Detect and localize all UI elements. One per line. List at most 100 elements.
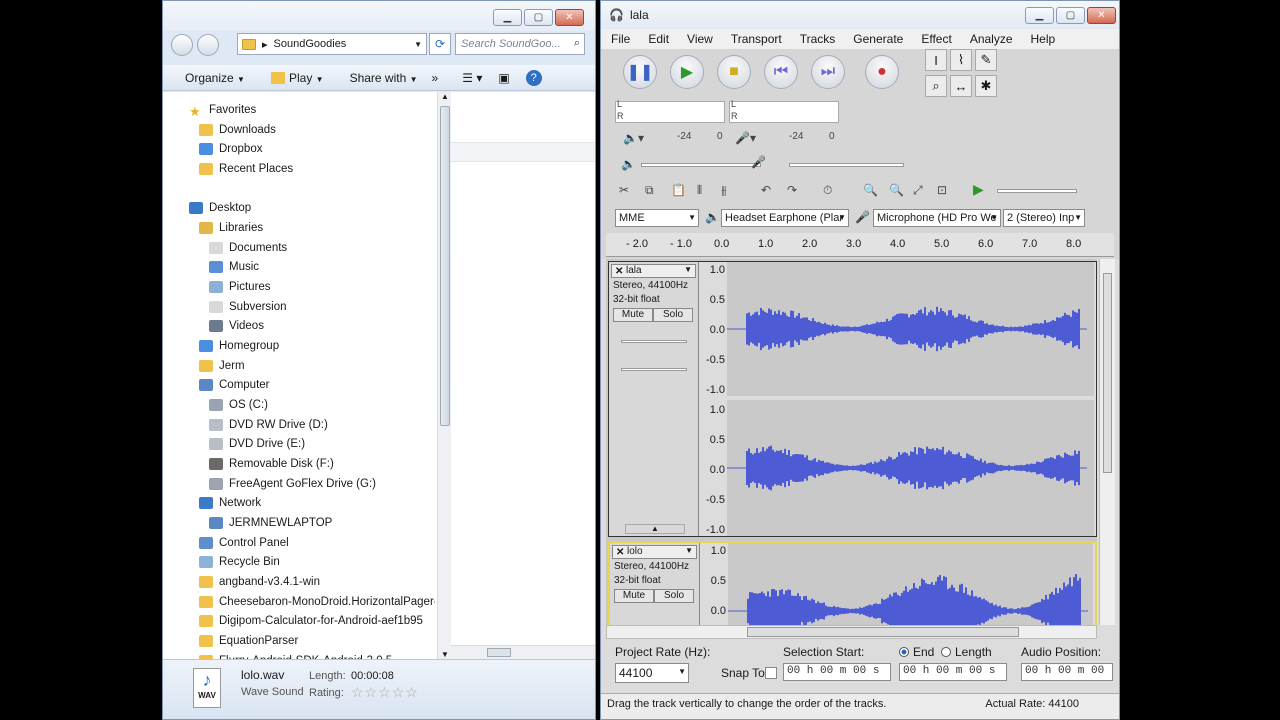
waveform-left-channel[interactable] [728, 543, 1093, 625]
waveform-left-channel[interactable] [727, 262, 1094, 396]
menu-analyze[interactable]: Analyze [970, 32, 1013, 46]
playback-meter[interactable] [615, 101, 725, 123]
close-button[interactable]: ✕ [1087, 7, 1116, 24]
track-lolo[interactable]: ✕ lolo ▼ Stereo, 44100Hz 32-bit float Mute… [608, 541, 1097, 625]
organize-menu[interactable]: Organize ▼ [185, 71, 245, 85]
input-device-select[interactable]: Microphone (HD Pro We [873, 209, 1001, 227]
skip-start-button[interactable]: ⏮ [764, 55, 798, 89]
tree-item[interactable]: Music [209, 258, 259, 276]
tree-item[interactable]: Homegroup [199, 337, 279, 355]
solo-button[interactable]: Solo [653, 308, 693, 322]
tree-item[interactable]: Documents [209, 239, 287, 257]
tree-item[interactable]: JERMNEWLAPTOP [209, 514, 332, 532]
pan-slider[interactable] [621, 368, 687, 371]
tree-item[interactable]: Network [199, 494, 261, 512]
fit-selection-icon[interactable]: ⤢ [913, 183, 923, 198]
zoom-out-icon[interactable]: 🔍 [889, 183, 904, 197]
redo-icon[interactable]: ↷ [787, 183, 797, 197]
preview-pane-icon[interactable]: ▣ [498, 71, 509, 85]
tree-item[interactable]: Libraries [199, 219, 263, 237]
menu-transport[interactable]: Transport [731, 32, 782, 46]
tree-item[interactable]: Dropbox [199, 140, 262, 158]
maximize-button[interactable]: ▢ [524, 9, 553, 26]
tree-item[interactable]: angband-v3.4.1-win [199, 573, 320, 591]
track-hscrollbar[interactable] [606, 625, 1097, 639]
tree-item[interactable]: Downloads [199, 121, 276, 139]
selection-tool-icon[interactable]: I [925, 49, 947, 71]
play-menu[interactable]: Play ▼ [270, 71, 324, 85]
snap-to-checkbox[interactable] [765, 667, 777, 679]
menu-view[interactable]: View [687, 32, 713, 46]
amplitude-ruler[interactable]: 1.00.50.0-0.5-1.0 [700, 543, 728, 625]
tree-item[interactable]: DVD RW Drive (D:) [209, 416, 328, 434]
file-pane-hscrollbar[interactable] [451, 645, 595, 659]
menu-generate[interactable]: Generate [853, 32, 903, 46]
tree-item[interactable]: OS (C:) [209, 396, 268, 414]
audio-position-field[interactable]: 00 h 00 m 00 s [1021, 663, 1113, 681]
scrollbar-thumb[interactable] [747, 627, 1019, 637]
zoom-in-icon[interactable]: 🔍 [863, 183, 878, 197]
address-bar[interactable]: ▸ SoundGoodies ▼ [237, 33, 427, 55]
cut-icon[interactable]: ✂ [619, 183, 629, 197]
timeshift-tool-icon[interactable]: ↔ [950, 75, 972, 97]
length-radio[interactable] [941, 647, 951, 657]
draw-tool-icon[interactable]: ✎ [975, 49, 997, 71]
play-at-speed-icon[interactable]: ▶ [973, 181, 984, 198]
tree-item[interactable]: EquationParser [199, 632, 298, 650]
record-button[interactable]: ● [865, 55, 899, 89]
sync-lock-icon[interactable]: ⏱ [823, 183, 832, 198]
tree-item[interactable]: Digipom-Calculator-for-Android-aef1b95 [199, 612, 423, 630]
tree-item[interactable]: ★ Favorites [189, 101, 256, 119]
minimize-button[interactable]: ▁ [493, 9, 522, 26]
minimize-button[interactable]: ▁ [1025, 7, 1054, 24]
selection-start-field[interactable]: 00 h 00 m 00 s [783, 663, 891, 681]
track-name-menu[interactable]: ✕ lolo ▼ [612, 545, 697, 559]
help-icon[interactable]: ? [525, 69, 542, 86]
tree-item[interactable]: DVD Drive (E:) [209, 435, 305, 453]
mute-button[interactable]: Mute [614, 589, 654, 603]
track-name-menu[interactable]: ✕ lala ▼ [611, 264, 696, 278]
more-commands-icon[interactable]: » [432, 71, 439, 85]
host-select[interactable]: MME [615, 209, 699, 227]
project-rate-select[interactable]: 44100 [615, 663, 689, 683]
zoom-tool-icon[interactable]: ⌕ [925, 75, 947, 97]
pause-button[interactable]: ❚❚ [623, 55, 657, 89]
tree-item[interactable]: Removable Disk (F:) [209, 455, 334, 473]
tree-item[interactable]: Desktop [189, 199, 251, 217]
envelope-tool-icon[interactable]: ⌇ [950, 49, 972, 71]
channels-select[interactable]: 2 (Stereo) Inp [1003, 209, 1085, 227]
amplitude-ruler[interactable]: 1.00.50.0-0.5-1.0 [699, 402, 727, 538]
tree-item[interactable]: Control Panel [199, 534, 289, 552]
play-button[interactable]: ▶ [670, 55, 704, 89]
share-menu[interactable]: Share with ▼ [350, 71, 418, 85]
menu-help[interactable]: Help [1031, 32, 1056, 46]
menu-tracks[interactable]: Tracks [800, 32, 836, 46]
collapse-track-icon[interactable]: ▲ [625, 524, 685, 534]
waveform-right-channel[interactable] [727, 400, 1094, 536]
forward-button[interactable] [197, 34, 219, 56]
timeline-ruler[interactable]: - 2.0 - 1.0 0.0 1.0 2.0 3.0 4.0 5.0 6.0 7.0 8.0 [606, 233, 1114, 257]
input-volume-slider[interactable] [789, 163, 904, 167]
mute-button[interactable]: Mute [613, 308, 653, 322]
menu-edit[interactable]: Edit [648, 32, 669, 46]
maximize-button[interactable]: ▢ [1056, 7, 1085, 24]
output-volume-slider[interactable] [641, 163, 761, 167]
silence-icon[interactable]: ⫵ [721, 183, 727, 198]
refresh-button[interactable]: ⟳ [429, 33, 451, 55]
selection-end-field[interactable]: 00 h 00 m 00 s [899, 663, 1007, 681]
scrollbar-thumb[interactable] [1103, 273, 1112, 473]
back-button[interactable] [171, 34, 193, 56]
solo-button[interactable]: Solo [654, 589, 694, 603]
scrollbar-thumb[interactable] [440, 106, 450, 426]
tree-scrollbar[interactable]: ▲ ▼ [437, 92, 451, 659]
tree-item[interactable]: Computer [199, 376, 270, 394]
tree-item[interactable]: Videos [209, 317, 264, 335]
tree-item[interactable]: Subversion [209, 298, 287, 316]
tree-item[interactable]: Recent Places [199, 160, 293, 178]
end-radio[interactable] [899, 647, 909, 657]
search-input[interactable]: Search SoundGoo... ⌕ [455, 33, 585, 55]
close-track-icon[interactable]: ✕ [615, 266, 623, 277]
undo-icon[interactable]: ↶ [761, 183, 771, 197]
tree-item[interactable]: Jerm [199, 357, 245, 375]
tree-item[interactable]: Flurry-Android-SDK-Android-3.0.5 [199, 652, 392, 659]
